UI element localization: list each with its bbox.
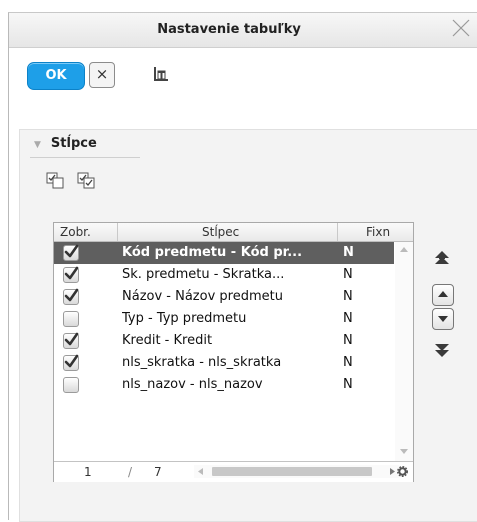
shown-checkbox[interactable] bbox=[63, 311, 79, 327]
move-up-button[interactable] bbox=[432, 284, 454, 306]
toolbar: OK × bbox=[9, 48, 477, 94]
checkmark-icon bbox=[64, 266, 79, 280]
dialog-title: Nastavenie tabuľky bbox=[157, 22, 301, 37]
fixed-value[interactable]: N bbox=[343, 245, 354, 260]
column-name: Kredit - Kredit bbox=[122, 333, 213, 348]
table-row[interactable]: Typ - Typ predmetu N bbox=[54, 308, 394, 330]
fixed-value[interactable]: N bbox=[343, 289, 353, 304]
move-up-icon bbox=[438, 291, 448, 297]
fixed-value[interactable]: N bbox=[343, 377, 353, 392]
header-fixed[interactable]: Fixn bbox=[366, 225, 390, 239]
column-name: nls_skratka - nls_skratka bbox=[122, 355, 282, 370]
grid-columns-icon[interactable] bbox=[152, 65, 170, 83]
table-row[interactable]: nls_skratka - nls_skratka N bbox=[54, 352, 394, 374]
move-down-icon bbox=[438, 316, 448, 322]
shown-checkbox[interactable] bbox=[63, 288, 79, 305]
column-name: Sk. predmetu - Skratka... bbox=[122, 267, 285, 282]
checkmark-icon bbox=[64, 354, 79, 368]
table-footer: 1 / 7 bbox=[54, 461, 413, 482]
total-count: 7 bbox=[154, 465, 162, 479]
fixed-value[interactable]: N bbox=[343, 355, 353, 370]
table-header: Zobr. Stĺpec Fixn bbox=[54, 223, 413, 242]
fixed-value[interactable]: N bbox=[343, 333, 353, 348]
table-body: Kód predmetu - Kód pr... N Sk. predmetu - … bbox=[54, 242, 394, 396]
section-divider bbox=[30, 157, 140, 158]
table-row[interactable]: Názov - Názov predmetu N bbox=[54, 286, 394, 308]
column-name: Typ - Typ predmetu bbox=[122, 311, 247, 326]
columns-panel: ▼ Stĺpce Zobr. Stĺpec Fixn Kód predmetu … bbox=[19, 129, 477, 522]
checkmark-icon bbox=[64, 244, 79, 258]
header-shown[interactable]: Zobr. bbox=[60, 225, 91, 239]
checkmark-icon bbox=[64, 288, 79, 302]
horizontal-scrollbar[interactable] bbox=[194, 465, 399, 478]
column-name: nls_nazov - nls_nazov bbox=[122, 377, 263, 392]
table-row[interactable]: Kredit - Kredit N bbox=[54, 330, 394, 352]
table-row[interactable]: Sk. predmetu - Skratka... N bbox=[54, 264, 394, 286]
fixed-value[interactable]: N bbox=[343, 267, 353, 282]
select-all-icon[interactable] bbox=[46, 172, 66, 194]
page-number: 1 bbox=[84, 465, 92, 479]
move-bottom-icon[interactable] bbox=[432, 340, 452, 360]
columns-table: Zobr. Stĺpec Fixn Kód predmetu - Kód pr.… bbox=[53, 222, 414, 482]
page-separator: / bbox=[128, 465, 133, 479]
section-title: Stĺpce bbox=[50, 136, 97, 151]
ok-button[interactable]: OK bbox=[27, 62, 85, 90]
shown-checkbox[interactable] bbox=[63, 377, 79, 393]
column-name: Kód predmetu - Kód pr... bbox=[122, 245, 303, 260]
checkmark-icon bbox=[64, 332, 79, 346]
move-top-icon[interactable] bbox=[432, 248, 452, 268]
close-icon: × bbox=[95, 65, 109, 83]
shown-checkbox[interactable] bbox=[63, 244, 79, 261]
scroll-left-icon[interactable] bbox=[198, 468, 203, 475]
scroll-right-icon[interactable] bbox=[390, 468, 395, 475]
table-row[interactable]: nls_nazov - nls_nazov N bbox=[54, 374, 394, 396]
scroll-thumb[interactable] bbox=[212, 467, 372, 476]
column-name: Názov - Názov predmetu bbox=[122, 289, 283, 304]
shown-checkbox[interactable] bbox=[63, 332, 79, 349]
fixed-value[interactable]: N bbox=[343, 311, 353, 326]
vertical-scrollbar[interactable] bbox=[395, 242, 413, 461]
dialog-window: Nastavenie tabuľky OK × ▼ Stĺpce Zobr. S… bbox=[8, 12, 477, 522]
triangle-down-icon: ▼ bbox=[34, 140, 41, 150]
table-row[interactable]: Kód predmetu - Kód pr... N bbox=[54, 242, 394, 264]
cancel-button[interactable]: × bbox=[89, 62, 115, 88]
section-header[interactable]: ▼ Stĺpce bbox=[34, 136, 97, 151]
invert-selection-icon[interactable] bbox=[77, 172, 97, 194]
selection-tools bbox=[46, 172, 103, 194]
move-down-button[interactable] bbox=[432, 308, 454, 330]
close-icon[interactable] bbox=[450, 17, 472, 39]
scroll-down-icon[interactable] bbox=[400, 449, 408, 455]
gear-icon[interactable] bbox=[397, 466, 408, 477]
header-column[interactable]: Stĺpec bbox=[202, 225, 239, 239]
shown-checkbox[interactable] bbox=[63, 266, 79, 283]
scroll-up-icon[interactable] bbox=[400, 246, 408, 252]
shown-checkbox[interactable] bbox=[63, 354, 79, 371]
title-bar: Nastavenie tabuľky bbox=[9, 13, 477, 48]
